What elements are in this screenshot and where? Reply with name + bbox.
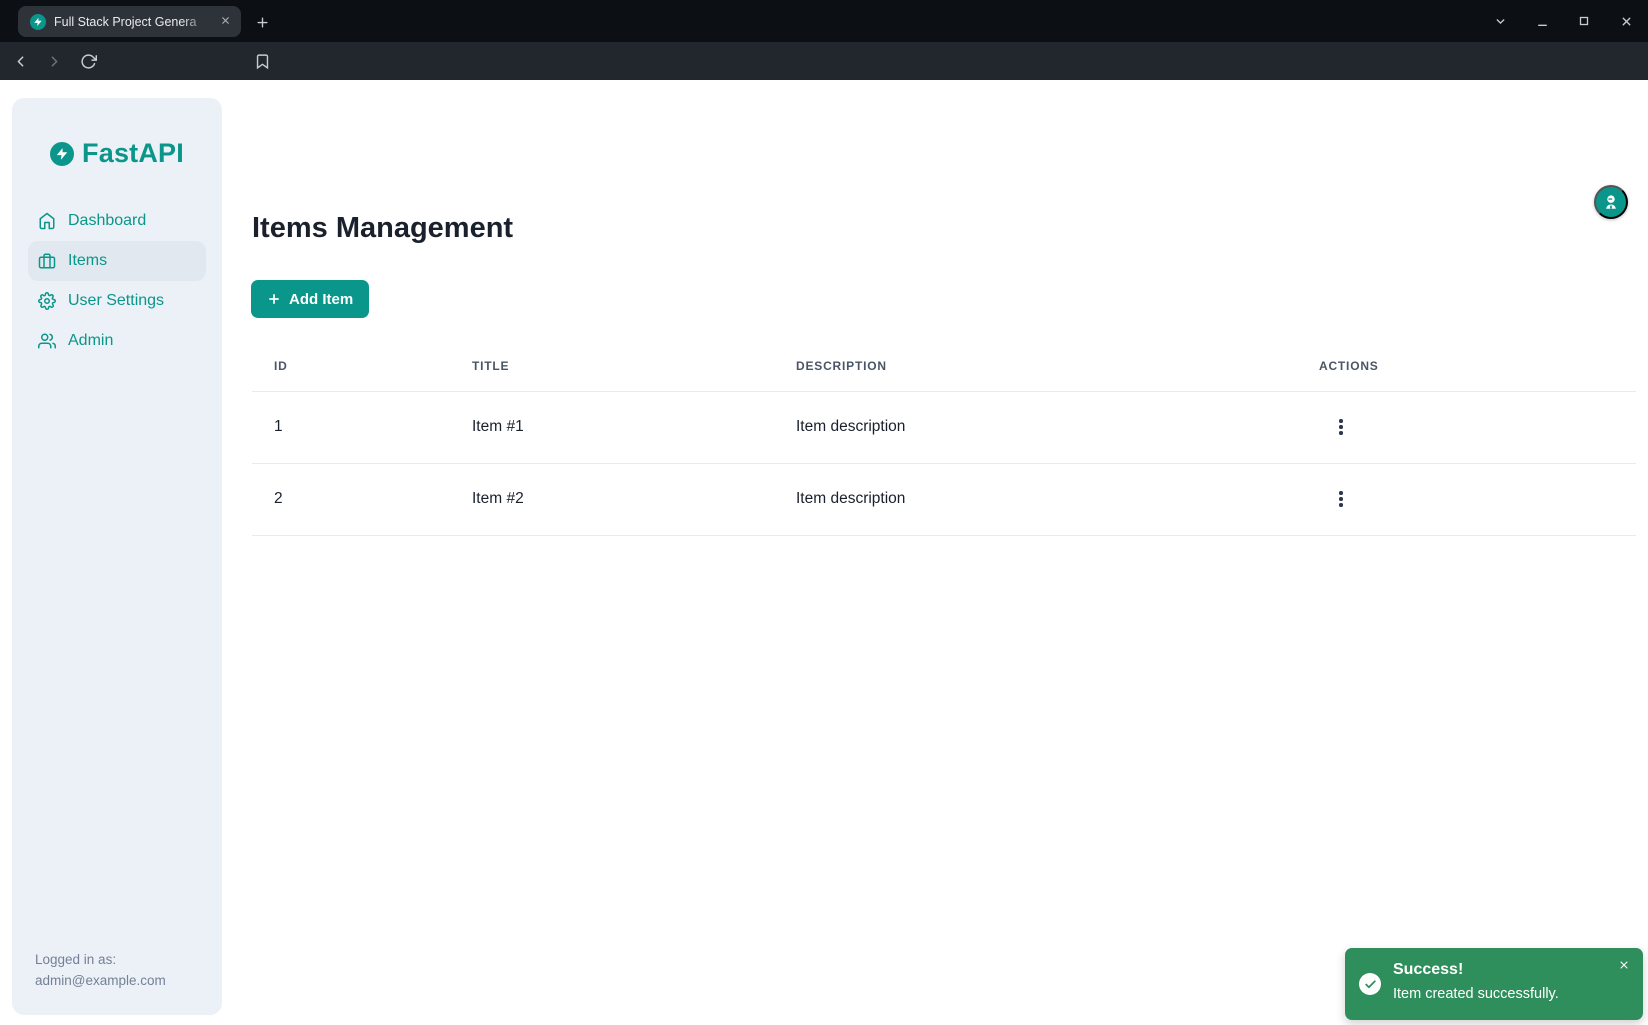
sidebar-item-label: Admin — [68, 332, 113, 350]
logged-in-info: Logged in as: admin@example.com — [35, 949, 166, 991]
table-row: 1 Item #1 Item description — [252, 391, 1636, 463]
tab-bar: Full Stack Project Genera — [0, 0, 1648, 42]
fastapi-logo: FastAPI — [12, 138, 222, 169]
sidebar-item-dashboard[interactable]: Dashboard — [28, 201, 206, 241]
sidebar-item-admin[interactable]: Admin — [28, 321, 206, 361]
tab-search-chevron-icon[interactable] — [1490, 11, 1510, 31]
add-item-label: Add Item — [289, 291, 353, 308]
users-icon — [38, 332, 56, 350]
page-title: Items Management — [252, 212, 513, 245]
cell-description: Item description — [774, 391, 1297, 463]
sidebar-item-label: Dashboard — [68, 212, 146, 230]
reload-button-icon[interactable] — [78, 51, 98, 71]
cell-title: Item #1 — [450, 391, 774, 463]
success-toast: Success! Item created successfully. — [1345, 948, 1643, 1020]
sidebar-item-label: Items — [68, 252, 107, 270]
app-page: FastAPI Dashboard Items User Settings — [0, 80, 1648, 1025]
user-avatar-button[interactable] — [1594, 185, 1628, 219]
forward-button-icon[interactable] — [44, 51, 64, 71]
tab-close-icon[interactable] — [218, 13, 233, 30]
window-maximize-button[interactable] — [1574, 11, 1594, 31]
brand-name: FastAPI — [82, 138, 184, 169]
logged-in-label: Logged in as: — [35, 949, 166, 970]
column-header-actions: ACTIONS — [1297, 342, 1636, 391]
check-circle-icon — [1359, 973, 1381, 995]
cell-description: Item description — [774, 463, 1297, 535]
column-header-id: ID — [252, 342, 450, 391]
sidebar-item-label: User Settings — [68, 292, 164, 310]
back-button-icon[interactable] — [10, 51, 30, 71]
home-icon — [38, 212, 56, 230]
sidebar-item-items[interactable]: Items — [28, 241, 206, 281]
plus-icon — [267, 292, 281, 306]
table-header-row: ID TITLE DESCRIPTION ACTIONS — [252, 342, 1636, 391]
cell-title: Item #2 — [450, 463, 774, 535]
gear-icon — [38, 292, 56, 310]
toast-close-icon[interactable] — [1615, 956, 1633, 974]
browser-tab[interactable]: Full Stack Project Genera — [18, 6, 241, 37]
row-actions-menu-button[interactable] — [1327, 485, 1355, 513]
tab-title: Full Stack Project Genera — [54, 15, 218, 29]
bookmarks-icon[interactable] — [252, 51, 272, 71]
new-tab-button[interactable] — [248, 8, 276, 36]
window-minimize-button[interactable] — [1532, 11, 1552, 31]
logged-in-email: admin@example.com — [35, 970, 166, 991]
items-table: ID TITLE DESCRIPTION ACTIONS 1 Item #1 I… — [252, 342, 1636, 536]
row-actions-menu-button[interactable] — [1327, 413, 1355, 441]
toast-title: Success! — [1393, 961, 1463, 979]
browser-window: Full Stack Project Genera localhost/ — [0, 0, 1648, 1025]
fastapi-favicon-icon — [30, 14, 46, 30]
fastapi-bolt-icon — [50, 142, 74, 166]
briefcase-icon — [38, 252, 56, 270]
browser-toolbar: localhost/items 1 — [0, 42, 1648, 80]
cell-id: 1 — [252, 391, 450, 463]
column-header-title: TITLE — [450, 342, 774, 391]
toast-message: Item created successfully. — [1393, 986, 1559, 1002]
user-astronaut-icon — [1602, 193, 1620, 211]
sidebar: FastAPI Dashboard Items User Settings — [12, 98, 222, 1015]
sidebar-item-user-settings[interactable]: User Settings — [28, 281, 206, 321]
column-header-description: DESCRIPTION — [774, 342, 1297, 391]
cell-id: 2 — [252, 463, 450, 535]
table-row: 2 Item #2 Item description — [252, 463, 1636, 535]
sidebar-nav: Dashboard Items User Settings Admin — [12, 201, 222, 361]
window-close-button[interactable] — [1616, 11, 1636, 31]
add-item-button[interactable]: Add Item — [251, 280, 369, 318]
